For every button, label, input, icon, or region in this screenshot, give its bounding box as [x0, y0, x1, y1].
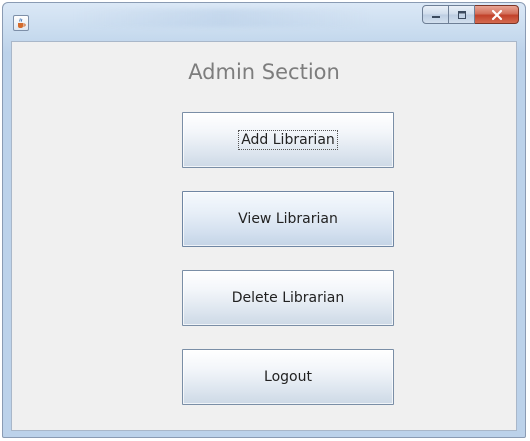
add-librarian-label: Add Librarian	[238, 130, 338, 150]
view-librarian-label: View Librarian	[238, 211, 338, 227]
java-cup-icon[interactable]	[13, 15, 29, 31]
minimize-button[interactable]	[422, 5, 449, 24]
view-librarian-button[interactable]: View Librarian	[182, 191, 394, 247]
minimize-icon	[431, 15, 440, 18]
close-icon	[491, 9, 502, 20]
window-controls	[422, 5, 519, 25]
admin-panel: Admin Section Add Librarian View Librari…	[11, 41, 517, 431]
maximize-button[interactable]	[449, 5, 475, 24]
page-title: Admin Section	[188, 60, 340, 84]
delete-librarian-label: Delete Librarian	[231, 290, 345, 306]
close-button[interactable]	[475, 5, 519, 24]
logout-label: Logout	[264, 369, 312, 385]
add-librarian-button[interactable]: Add Librarian	[182, 112, 394, 168]
delete-librarian-button[interactable]: Delete Librarian	[182, 270, 394, 326]
title-bar-blur	[73, 9, 373, 27]
logout-button[interactable]: Logout	[182, 349, 394, 405]
maximize-icon	[457, 10, 466, 19]
title-bar[interactable]	[3, 3, 525, 41]
java-cup-glyph	[18, 18, 26, 28]
app-window: Admin Section Add Librarian View Librari…	[2, 2, 526, 438]
